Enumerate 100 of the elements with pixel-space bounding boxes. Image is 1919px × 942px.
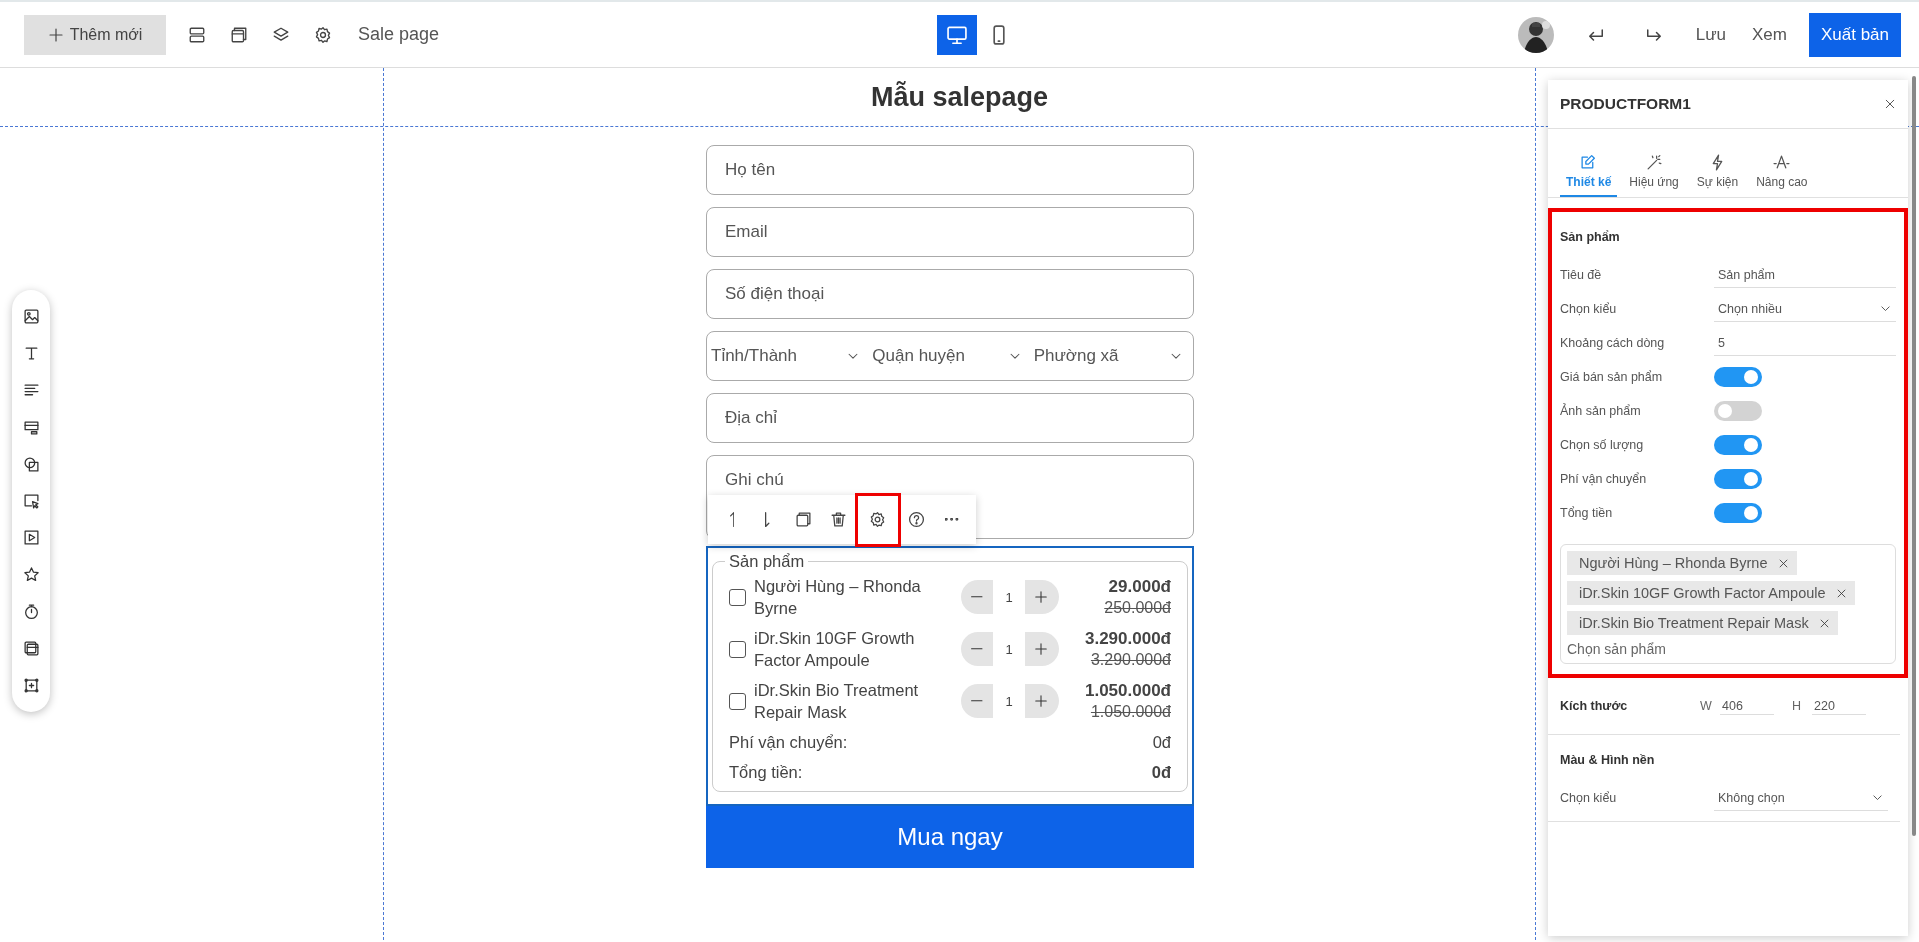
width-label: W [1700, 699, 1713, 713]
desktop-view-button[interactable] [937, 14, 978, 55]
setting-label: Chọn kiểu [1560, 791, 1618, 805]
copy-icon [794, 511, 812, 528]
remove-tag-button[interactable] [1777, 557, 1789, 569]
panel-tab[interactable]: Hiệu ứng [1623, 154, 1685, 197]
text-field[interactable]: Số điện thoại [706, 269, 1194, 319]
dropdown[interactable]: Tỉnh/Thành [711, 346, 867, 366]
setting-label: Tiêu đề [1560, 268, 1603, 282]
section-heading: Sản phẩm [1560, 230, 1621, 244]
old-price: 3.290.000đ [1090, 651, 1171, 669]
quantity-value: 1 [993, 632, 1025, 666]
settings-button[interactable] [857, 495, 898, 544]
shapes-icon [22, 455, 40, 473]
close-icon [1777, 557, 1789, 569]
save-button[interactable]: Lưu [1695, 24, 1726, 45]
product-name: iDr.Skin 10GF Growth Factor Ampoule [754, 628, 916, 671]
shapes-tool-button[interactable] [22, 455, 40, 473]
add-new-button[interactable]: Thêm mới [24, 14, 166, 55]
section-heading: Kích thước [1560, 699, 1629, 713]
panel-tab[interactable]: Nâng cao [1750, 154, 1814, 197]
remove-tag-button[interactable] [1835, 587, 1847, 599]
product-tag: Người Hùng – Rhonda Byrne [1567, 551, 1797, 575]
price: 1.050.000đ [1085, 681, 1171, 701]
minus-icon [971, 648, 983, 650]
setting-label: Phí vận chuyển [1560, 472, 1648, 486]
panel-title: PRODUCTFORM1 [1560, 95, 1691, 113]
quantity-value: 1 [993, 580, 1025, 614]
plus-icon [1034, 590, 1048, 604]
close-icon [1835, 587, 1847, 599]
frame-tool-button[interactable] [22, 677, 40, 694]
toggle-switch[interactable] [1714, 401, 1762, 421]
settings-icon [869, 511, 887, 528]
toggle-switch[interactable] [1714, 435, 1762, 455]
toggle-switch[interactable] [1714, 503, 1762, 523]
video-tool-button[interactable] [22, 529, 40, 547]
quantity-value: 1 [993, 684, 1025, 718]
rows-icon [188, 25, 206, 44]
section-heading: Màu & Hình nền [1560, 753, 1656, 767]
price: 29.000đ [1108, 577, 1171, 597]
remove-tag-button[interactable] [1818, 617, 1830, 629]
dropdown[interactable]: Chọn nhiều [1714, 296, 1896, 322]
arrow-up-icon [729, 511, 735, 528]
trash-icon [830, 511, 848, 528]
image-tool-button[interactable] [22, 307, 40, 325]
minus-icon [971, 596, 983, 598]
image-icon [22, 307, 40, 325]
help-icon [907, 511, 925, 528]
legend-label: Sản phẩm [728, 552, 806, 571]
text-field[interactable]: 5 [1714, 330, 1896, 356]
windows-icon [230, 25, 248, 44]
cursor-icon [22, 492, 40, 510]
total-value: 0đ [1151, 762, 1171, 782]
star-tool-button[interactable] [22, 566, 40, 584]
text-field[interactable]: Địa chỉ [706, 393, 1194, 443]
layers-icon [272, 25, 290, 44]
arrow-down-icon [765, 511, 770, 528]
close-button[interactable] [1884, 98, 1896, 110]
close-icon [1884, 98, 1896, 110]
checkbox[interactable] [729, 640, 746, 658]
frame-icon [22, 677, 40, 694]
dropdown[interactable]: Quận huyện [866, 346, 1028, 366]
product-tag: iDr.Skin 10GF Growth Factor Ampoule [1567, 581, 1855, 605]
product-tag: iDr.Skin Bio Treatment Repair Mask [1567, 611, 1838, 635]
product-picker[interactable]: Người Hùng – Rhonda Byrne iDr.Skin 10GF Growth Factor Ampoule iDr.Skin Bio Treatment Repair Mask Chọn sản phẩm [1560, 544, 1896, 664]
text-field[interactable]: Họ tên [706, 145, 1194, 195]
setting-label: Chọn số lượng [1560, 438, 1645, 452]
button-tool-button[interactable] [22, 492, 40, 510]
stopwatch-icon [22, 603, 40, 621]
product-name: Người Hùng – Rhonda Byrne [754, 576, 922, 619]
shipping-label: Phí vận chuyển: [729, 732, 848, 752]
publish-button[interactable]: Xuất bản [1808, 12, 1901, 57]
timer-tool-button[interactable] [22, 603, 40, 621]
buy-now-button[interactable]: Mua ngay [706, 806, 1194, 868]
toggle-switch[interactable] [1714, 469, 1762, 489]
dropdown[interactable]: Phường xã [1027, 346, 1189, 366]
checkbox[interactable] [729, 588, 746, 606]
setting-label: Khoảng cách dòng [1560, 336, 1666, 350]
plus-icon [1034, 694, 1048, 708]
minus-icon [971, 700, 983, 702]
total-label: Tổng tiền: [729, 762, 803, 782]
text-field[interactable]: Email [706, 207, 1194, 257]
product-name: iDr.Skin Bio Treatment Repair Mask [754, 680, 920, 723]
dropdown[interactable]: Không chọn [1714, 785, 1888, 811]
close-icon [1818, 617, 1830, 629]
setting-label: Tổng tiền [1560, 506, 1614, 520]
plus-icon [47, 26, 64, 43]
edit-icon [1580, 154, 1598, 171]
toggle-switch[interactable] [1714, 367, 1762, 387]
settings-icon [314, 25, 332, 44]
price: 3.290.000đ [1085, 629, 1171, 649]
panel-tab[interactable]: Sự kiện [1690, 154, 1745, 197]
preview-button[interactable]: Xem [1751, 24, 1787, 45]
text-style-icon [1773, 154, 1791, 171]
checkbox[interactable] [729, 692, 746, 710]
text-field[interactable]: Sản phẩm [1714, 262, 1896, 288]
old-price: 1.050.000đ [1090, 703, 1171, 721]
panel-tab[interactable]: Thiết kế [1560, 154, 1618, 197]
popup-tool-button[interactable] [22, 640, 40, 658]
scrollbar[interactable] [1912, 76, 1916, 836]
